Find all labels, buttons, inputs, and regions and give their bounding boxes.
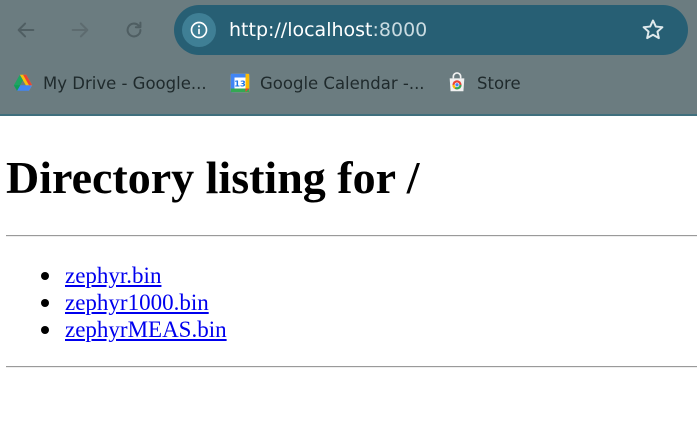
bookmark-label: My Drive - Google... [43, 73, 207, 93]
forward-button[interactable] [64, 14, 96, 46]
info-icon [190, 21, 208, 39]
reload-icon [126, 21, 142, 38]
bookmark-label: Google Calendar -... [260, 73, 425, 93]
arrow-left-icon [17, 22, 35, 38]
url-port: :8000 [372, 19, 428, 41]
reload-button[interactable] [118, 14, 150, 46]
bullet [41, 326, 49, 334]
bookmark-google-calendar[interactable]: 13 Google Calendar -... [229, 72, 425, 94]
bookmark-my-drive[interactable]: My Drive - Google... [12, 72, 207, 94]
address-bar[interactable]: http://localhost:8000 [174, 5, 688, 55]
page-title: Directory listing for / [6, 152, 420, 203]
google-drive-icon [12, 72, 34, 94]
arrow-right-icon [71, 22, 89, 38]
bookmark-store[interactable]: Store [446, 72, 521, 94]
file-link[interactable]: zephyr.bin [65, 262, 161, 289]
divider-bottom [6, 366, 697, 368]
page-content: Directory listing for / zephyr.bin zephy… [0, 116, 697, 433]
back-button[interactable] [10, 14, 42, 46]
file-link[interactable]: zephyrMEAS.bin [65, 316, 227, 343]
bookmarks-bar: My Drive - Google... 13 Google Calendar … [0, 66, 697, 104]
file-link[interactable]: zephyr1000.bin [65, 289, 209, 316]
browser-chrome: http://localhost:8000 My Drive - Google.… [0, 0, 697, 116]
bookmark-star-icon[interactable] [640, 17, 666, 43]
bookmark-label: Store [477, 73, 521, 93]
chrome-web-store-icon [446, 72, 468, 94]
bullet [41, 272, 49, 280]
site-info-button[interactable] [182, 13, 216, 47]
url-text[interactable]: http://localhost:8000 [229, 19, 427, 41]
google-calendar-icon: 13 [229, 72, 251, 94]
bullet [41, 299, 49, 307]
calendar-date: 13 [234, 79, 246, 89]
url-host: http://localhost [229, 19, 373, 41]
divider-top [6, 235, 697, 237]
